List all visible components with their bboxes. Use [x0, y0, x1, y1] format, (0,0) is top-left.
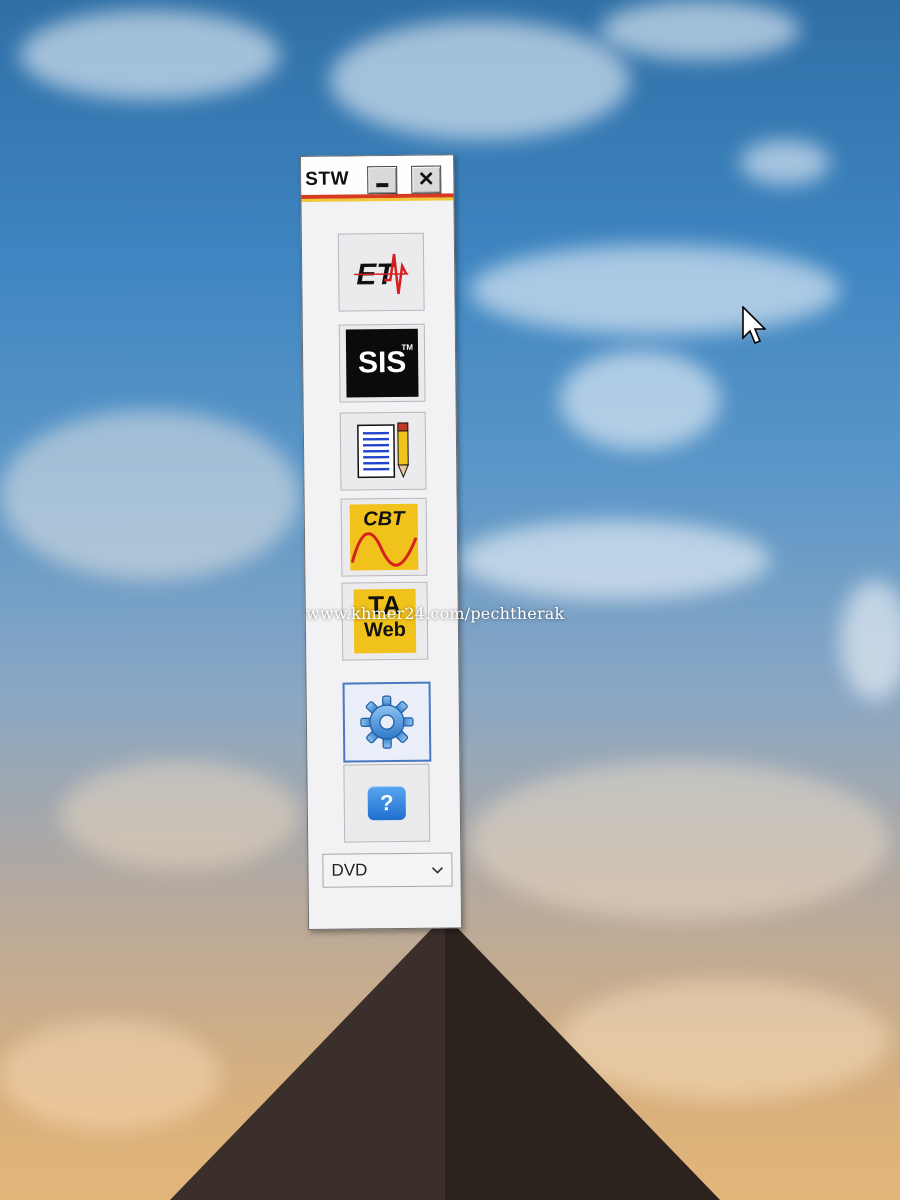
minimize-icon [376, 183, 389, 188]
cloud [60, 760, 300, 870]
cloud [330, 20, 630, 140]
title-bar[interactable]: STW ✕ [301, 155, 454, 199]
sis-logo-text: SIS [357, 345, 407, 380]
drive-select[interactable]: DVD [322, 852, 453, 888]
gear-icon [360, 695, 414, 749]
settings-button[interactable] [342, 681, 432, 763]
document-pencil-icon [357, 422, 409, 479]
window-title: STW [305, 168, 350, 190]
pyramid-shade [445, 915, 720, 1200]
stw-window: STW ✕ ET SIS TM CBT TA Web ? DVD [300, 154, 463, 930]
cbt-logo-text: CBT [363, 507, 405, 531]
close-icon: ✕ [417, 168, 435, 191]
sine-wave-icon [350, 532, 418, 567]
minimize-button[interactable] [367, 165, 398, 195]
help-button[interactable]: ? [343, 763, 431, 843]
cloud [20, 10, 280, 100]
drive-select-value: DVD [331, 860, 368, 880]
cloud [600, 0, 800, 60]
cloud [0, 410, 300, 580]
cloud [840, 580, 900, 700]
cloud [470, 245, 840, 335]
help-icon-glyph: ? [379, 790, 394, 816]
cloud [740, 140, 830, 185]
et-button[interactable]: ET [337, 232, 425, 312]
cloud [460, 520, 770, 600]
watermark-text: www.khmer24.com/pechtherak [306, 604, 565, 623]
document-button[interactable] [339, 411, 427, 491]
sis-trademark: TM [401, 342, 414, 352]
sis-button[interactable]: SIS TM [338, 323, 426, 403]
close-button[interactable]: ✕ [411, 165, 442, 194]
mouse-cursor-icon [742, 306, 766, 345]
sis-logo-icon: SIS TM [345, 328, 419, 398]
cbt-button[interactable]: CBT [340, 497, 428, 577]
cbt-logo-icon: CBT [349, 503, 419, 571]
cloud [470, 760, 890, 920]
help-icon: ? [367, 785, 406, 821]
chevron-down-icon [431, 866, 444, 874]
et-logo-icon: ET [354, 253, 409, 295]
cloud [560, 350, 720, 450]
